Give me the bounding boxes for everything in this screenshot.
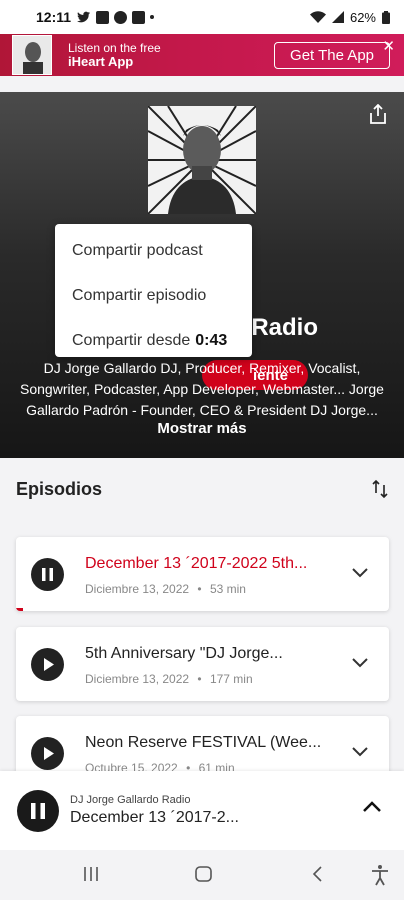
app-promo-banner[interactable]: Listen on the free iHeart App Get The Ap… [0, 34, 404, 76]
menu-item-label: Compartir episodio [72, 286, 207, 304]
menu-item-share-from-time[interactable]: Compartir desde 0:43 [55, 318, 252, 363]
notification-app-icon [132, 10, 146, 24]
chevron-down-icon[interactable] [351, 567, 369, 578]
menu-item-label: Compartir desde [72, 331, 191, 349]
podcast-description: DJ Jorge Gallardo DJ, Producer, Remixer,… [20, 360, 384, 418]
episode-progress-bar [16, 608, 23, 611]
meta-separator: • [197, 582, 202, 596]
meta-separator: • [197, 672, 202, 686]
banner-line-2: iHeart App [68, 54, 134, 69]
system-nav-bar [0, 850, 404, 900]
twitter-icon [77, 11, 91, 23]
signal-icon [331, 11, 344, 23]
episode-duration: 53 min [209, 582, 246, 596]
episodes-header: Episodios [0, 458, 404, 520]
get-the-app-button[interactable]: Get The App [274, 41, 390, 69]
wifi-icon [309, 11, 326, 23]
menu-item-label: Compartir podcast [72, 241, 203, 259]
share-timestamp: 0:43 [195, 331, 228, 349]
back-icon[interactable] [310, 864, 324, 884]
episode-date: Diciembre 13, 2022 [85, 672, 190, 686]
episode-date: Diciembre 13, 2022 [85, 582, 190, 596]
episode-meta: Diciembre 13, 2022 • 177 min [85, 672, 253, 686]
episode-duration: 177 min [209, 672, 253, 686]
mini-player-pause-icon[interactable] [17, 790, 59, 832]
banner-podcast-thumbnail [12, 35, 52, 75]
pause-icon[interactable] [31, 558, 64, 591]
episode-meta: Diciembre 13, 2022 • 53 min [85, 582, 246, 596]
share-menu: Compartir podcast Compartir episodio Com… [55, 224, 252, 357]
recent-apps-icon[interactable] [82, 864, 100, 884]
share-icon[interactable] [370, 104, 386, 124]
status-bar: 12:11 62% [0, 0, 404, 34]
home-icon[interactable] [194, 864, 214, 884]
banner-close-icon[interactable]: ✕ [382, 37, 395, 55]
more-notifications-icon [150, 15, 155, 19]
sort-icon[interactable] [372, 479, 388, 499]
episode-title: 5th Anniversary "DJ Jorge... [85, 645, 283, 662]
play-icon[interactable] [31, 737, 64, 770]
episode-title: December 13 ´2017-2022 5th... [85, 555, 308, 572]
battery-level: 62% [349, 9, 376, 25]
show-more-link[interactable]: Mostrar más [0, 420, 404, 437]
battery-icon [382, 10, 390, 24]
menu-item-share-podcast[interactable]: Compartir podcast [55, 228, 252, 273]
mini-player[interactable]: DJ Jorge Gallardo Radio December 13 ´201… [0, 771, 404, 850]
play-icon[interactable] [31, 648, 64, 681]
episode-card[interactable]: 5th Anniversary "DJ Jorge... Diciembre 1… [16, 627, 389, 701]
menu-item-share-episode[interactable]: Compartir episodio [55, 273, 252, 318]
episodes-heading: Episodios [16, 478, 103, 499]
mini-player-podcast-name: DJ Jorge Gallardo Radio [70, 794, 191, 806]
chevron-down-icon[interactable] [351, 657, 369, 668]
app-icon [114, 10, 128, 24]
gallery-icon [96, 10, 110, 24]
notification-icons [77, 10, 155, 24]
episode-title: Neon Reserve FESTIVAL (Wee... [85, 734, 322, 751]
accessibility-icon[interactable] [370, 864, 390, 886]
podcast-cover-art [148, 106, 256, 214]
chevron-down-icon[interactable] [351, 746, 369, 757]
mini-player-episode-title: December 13 ´2017-2... [70, 809, 239, 826]
episode-card[interactable]: December 13 ´2017-2022 5th... Diciembre … [16, 537, 389, 611]
status-time: 12:11 [36, 9, 72, 25]
chevron-up-icon[interactable] [362, 801, 382, 813]
